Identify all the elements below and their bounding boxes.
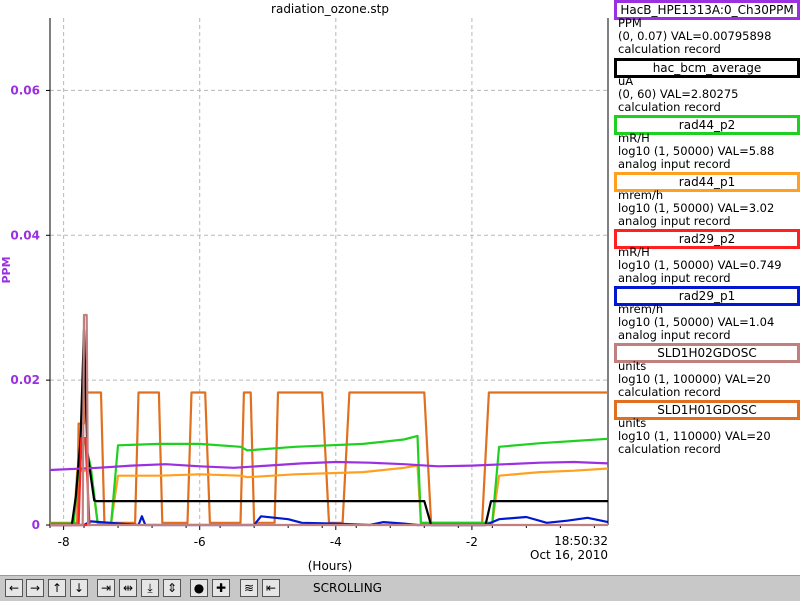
y-tick-label: 0 [32, 518, 40, 532]
legend-record: calculation record [618, 42, 721, 56]
y-tick-label: 0.04 [10, 228, 40, 242]
autoscale-button[interactable]: ≋ [240, 579, 258, 597]
legend-item: SLD1H01GDOSC units log10 (1, 110000) VAL=2… [614, 400, 800, 457]
legend-item: HacB_HPE1313A:0_Ch30PPM PPM (0, 0.07) VAL=… [614, 0, 800, 58]
legend-record: analog input record [618, 214, 731, 228]
zoom-in-y-button[interactable]: ⤓ [141, 579, 159, 597]
series-layer [49, 313, 609, 527]
legend-record: calculation record [618, 385, 721, 399]
reset-button[interactable]: ● [190, 579, 208, 597]
x-tick-label: -8 [58, 535, 70, 549]
pan-left-button[interactable]: ← [5, 579, 23, 597]
legend-item: rad44_p1 mrem/h log10 (1, 50000) VAL=3.02 a… [614, 172, 800, 229]
legend-item: rad29_p2 mR/H log10 (1, 50000) VAL=0.749 an… [614, 229, 800, 286]
zoom-in-x-button[interactable]: ⇥ [97, 579, 115, 597]
add-button[interactable]: ✚ [212, 579, 230, 597]
toolbar: SCROLLING ← → ↑ ↓ ⇥ ⇹ ⤓ ⇕ ● ✚ ≋ ⇤ [0, 575, 800, 601]
chart: radiation_ozone.stp 0 0.02 0.04 0.06 -8 -6 -4 -… [0, 2, 609, 573]
pan-up-button[interactable]: ↑ [48, 579, 66, 597]
legend-record: analog input record [618, 157, 731, 171]
x-tick-label: -2 [466, 535, 478, 549]
legend-item: SLD1H02GDOSC units log10 (1, 100000) VAL=2… [614, 343, 800, 400]
legend-record: calculation record [618, 442, 721, 456]
pan-down-button[interactable]: ↓ [70, 579, 88, 597]
legend-item: hac_bcm_average uA (0, 60) VAL=2.80275 calc… [614, 58, 800, 115]
series-hacb-hpe1313a-0-ch30ppm [49, 460, 609, 472]
pan-right-button[interactable]: → [26, 579, 44, 597]
scrolling-status: SCROLLING [313, 581, 382, 595]
y-tick-label: 0.06 [10, 83, 40, 97]
legend-record: analog input record [618, 328, 731, 342]
y-tick-label: 0.02 [10, 373, 40, 387]
x-axis-label: (Hours) [308, 559, 353, 573]
grid [50, 18, 608, 525]
series-hac-bcm-average [50, 328, 608, 527]
legend-pv-name[interactable]: hac_bcm_average [614, 58, 800, 78]
legend-item: rad29_p1 mrem/h log10 (1, 50000) VAL=1.04 a… [614, 286, 800, 343]
series-sld1h01gdosc [50, 391, 608, 524]
legend-record: analog input record [618, 271, 731, 285]
end-time-label: 18:50:32 [554, 534, 608, 548]
zoom-out-y-button[interactable]: ⇕ [163, 579, 181, 597]
y-axis-label: PPM [0, 256, 13, 283]
series-sld1h02gdosc [50, 313, 608, 527]
zoom-out-x-button[interactable]: ⇹ [119, 579, 137, 597]
legend-item: rad44_p2 mR/H log10 (1, 50000) VAL=5.88 ana… [614, 115, 800, 172]
chart-title: radiation_ozone.stp [271, 2, 389, 16]
scroll-mode-button[interactable]: ⇤ [262, 579, 280, 597]
legend-record: calculation record [618, 100, 721, 114]
x-tick-label: -4 [330, 535, 342, 549]
legend-pv-name[interactable]: HacB_HPE1313A:0_Ch30PPM [614, 0, 800, 20]
x-tick-label: -6 [194, 535, 206, 549]
axes: 0 0.02 0.04 0.06 -8 -6 -4 -2 [10, 18, 609, 549]
end-date-label: Oct 16, 2010 [530, 548, 608, 562]
legend: HacB_HPE1313A:0_Ch30PPM PPM (0, 0.07) VAL=… [614, 0, 800, 457]
